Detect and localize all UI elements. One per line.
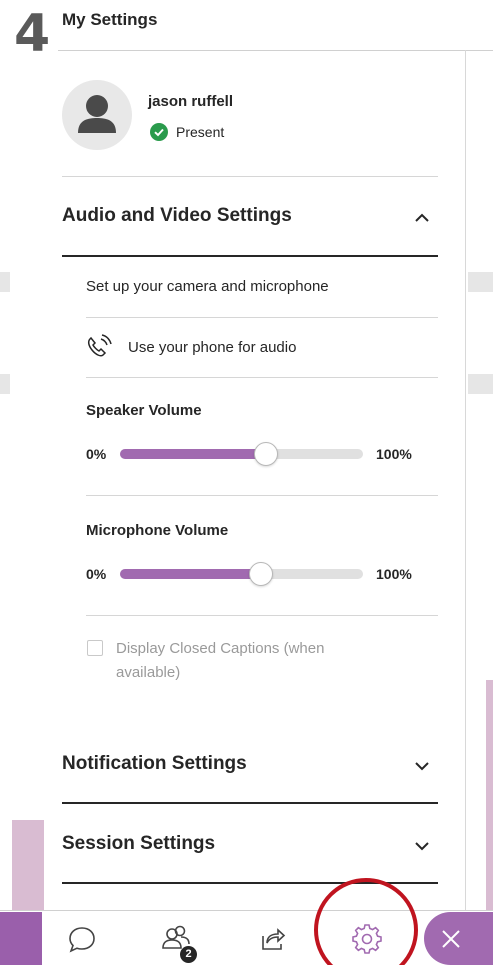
scrollbar-track[interactable] (465, 50, 466, 910)
chevron-down-icon[interactable] (412, 836, 432, 856)
close-panel-button[interactable] (424, 912, 493, 965)
microphone-volume-thumb[interactable] (248, 562, 273, 586)
divider (86, 377, 438, 378)
user-name: jason ruffell (148, 93, 234, 110)
microphone-volume-label: Microphone Volume (86, 522, 229, 539)
background-decoration (12, 820, 44, 912)
chevron-down-icon[interactable] (412, 756, 432, 776)
avatar (62, 80, 132, 150)
header-divider (58, 50, 493, 51)
phone-audio-link[interactable]: Use your phone for audio (128, 339, 296, 356)
speaker-volume-slider[interactable] (120, 442, 363, 466)
check-circle-icon (150, 123, 168, 141)
background-strip (0, 374, 10, 394)
status-badge: Present (150, 123, 224, 141)
divider (86, 317, 438, 318)
participants-count-badge: 2 (180, 946, 197, 963)
highlight-circle (314, 878, 418, 965)
speaker-volume-fill (120, 449, 266, 459)
background-strip (468, 374, 493, 394)
divider (86, 495, 438, 496)
microphone-volume-fill (120, 569, 261, 579)
speaker-volume-thumb[interactable] (253, 442, 278, 466)
closed-captions-label: Display Closed Captions (when available) (116, 640, 325, 681)
share-content-button[interactable] (250, 911, 294, 965)
section-audio-video-title[interactable]: Audio and Video Settings (62, 205, 292, 227)
share-content-icon (262, 927, 286, 950)
close-icon (442, 930, 460, 948)
chat-icon (69, 926, 95, 953)
section-notification-title[interactable]: Notification Settings (62, 753, 247, 775)
speaker-max-label: 100% (376, 446, 412, 462)
panel-title: My Settings (62, 10, 158, 29)
chat-button[interactable] (60, 911, 104, 965)
status-label: Present (176, 124, 225, 140)
speaker-volume-label: Speaker Volume (86, 402, 202, 419)
speaker-min-label: 0% (86, 446, 107, 462)
background-decoration (486, 680, 493, 912)
bottom-toolbar (0, 910, 493, 965)
background-strip (0, 272, 10, 292)
microphone-min-label: 0% (86, 566, 107, 582)
microphone-max-label: 100% (376, 566, 412, 582)
step-number: 4 (14, 4, 51, 64)
divider (86, 615, 438, 616)
section-divider (62, 802, 438, 804)
divider (62, 176, 438, 177)
microphone-volume-slider[interactable] (120, 562, 363, 586)
section-divider (62, 255, 438, 257)
setup-camera-mic-link[interactable]: Set up your camera and microphone (86, 278, 329, 295)
closed-captions-checkbox[interactable] (87, 640, 103, 656)
background-strip (468, 272, 493, 292)
chevron-up-icon[interactable] (412, 208, 432, 228)
section-session-title[interactable]: Session Settings (62, 833, 215, 855)
phone-audio-icon (87, 334, 112, 357)
background-decoration (0, 912, 42, 965)
user-avatar-icon (78, 95, 116, 133)
